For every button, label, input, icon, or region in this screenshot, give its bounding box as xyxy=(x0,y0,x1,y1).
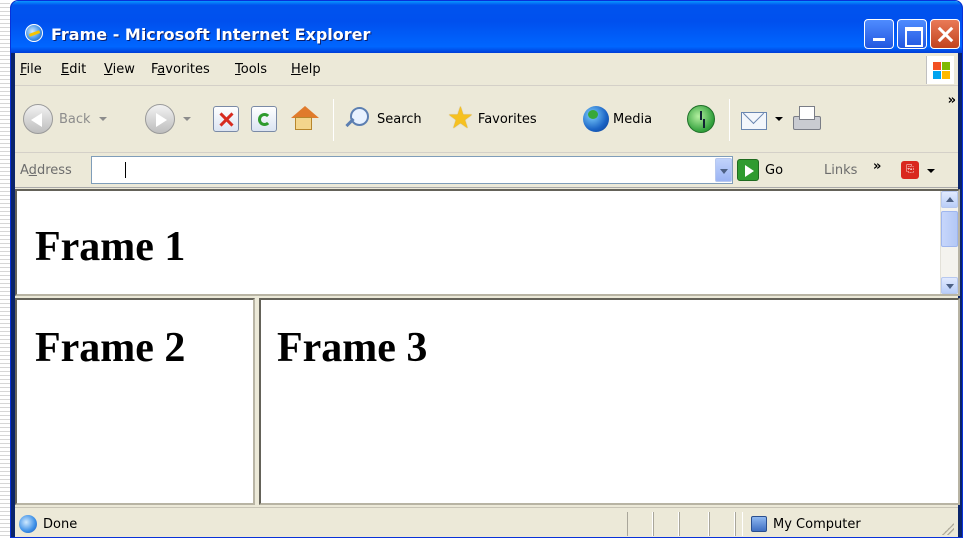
history-icon xyxy=(687,105,715,133)
back-button[interactable]: Back xyxy=(23,97,107,141)
mail-button[interactable] xyxy=(739,97,783,141)
links-label[interactable]: Links xyxy=(824,163,857,178)
mail-icon xyxy=(739,108,769,130)
desktop-edge xyxy=(0,0,10,538)
resize-grip-icon[interactable] xyxy=(942,523,954,535)
back-dropdown-icon[interactable] xyxy=(98,117,107,121)
internet-explorer-icon[interactable] xyxy=(25,24,43,42)
forward-dropdown-icon[interactable] xyxy=(183,117,191,121)
status-pane xyxy=(709,512,735,536)
print-button[interactable] xyxy=(791,97,821,141)
back-arrow-icon xyxy=(23,104,53,134)
search-button[interactable]: Search xyxy=(343,97,422,141)
browser-window: Frame - Microsoft Internet Explorer File… xyxy=(10,0,963,538)
scroll-up-icon[interactable] xyxy=(941,191,958,208)
forward-arrow-icon xyxy=(145,104,175,134)
frame-3: Frame 3 xyxy=(259,298,960,505)
maximize-button[interactable] xyxy=(897,19,927,49)
go-button[interactable]: Go xyxy=(737,158,783,182)
mail-dropdown-icon[interactable] xyxy=(775,117,783,121)
favorites-button[interactable]: ★ Favorites xyxy=(447,97,537,141)
print-icon xyxy=(791,104,821,134)
frame-1-heading: Frame 1 xyxy=(35,224,186,270)
window-title: Frame - Microsoft Internet Explorer xyxy=(51,25,371,44)
standard-toolbar: Back Search ★ Favorites Media » xyxy=(15,87,958,153)
forward-button[interactable] xyxy=(145,97,191,141)
refresh-icon xyxy=(251,106,277,132)
toolbar-separator xyxy=(333,99,334,141)
toolbar-more-chevron-icon[interactable]: » xyxy=(948,93,956,108)
security-zone-label: My Computer xyxy=(773,517,861,532)
frame-2: Frame 2 xyxy=(15,298,255,505)
my-computer-icon xyxy=(751,516,767,532)
go-arrow-icon xyxy=(737,159,759,181)
status-pane xyxy=(653,512,679,536)
status-bar: Done My Computer xyxy=(15,507,958,537)
pdf-dropdown-icon[interactable] xyxy=(927,169,935,173)
menu-tools[interactable]: Tools xyxy=(235,62,267,77)
status-pane xyxy=(679,512,709,536)
adobe-pdf-icon[interactable]: ⎘ xyxy=(901,161,919,179)
home-icon xyxy=(289,104,319,134)
page-done-icon xyxy=(19,515,37,533)
refresh-button[interactable] xyxy=(251,97,277,141)
home-button[interactable] xyxy=(289,97,319,141)
menu-help[interactable]: Help xyxy=(291,62,321,77)
menu-favorites[interactable]: Favorites xyxy=(151,62,210,77)
search-label: Search xyxy=(377,111,422,127)
media-icon xyxy=(583,106,609,132)
media-label: Media xyxy=(613,111,653,127)
frame-2-heading: Frame 2 xyxy=(35,325,186,371)
minimize-button[interactable] xyxy=(864,19,894,49)
status-text: Done xyxy=(43,517,78,532)
search-icon xyxy=(343,105,371,133)
links-more-chevron-icon[interactable]: » xyxy=(873,159,881,174)
favorites-label: Favorites xyxy=(477,111,537,127)
address-input[interactable] xyxy=(91,156,733,184)
menu-view[interactable]: View xyxy=(104,62,135,77)
frame-3-heading: Frame 3 xyxy=(277,325,428,371)
address-dropdown-icon[interactable] xyxy=(715,158,732,182)
status-pane xyxy=(735,512,743,536)
go-label: Go xyxy=(765,162,784,178)
back-label: Back xyxy=(59,111,91,127)
close-button[interactable] xyxy=(930,19,960,49)
stop-icon xyxy=(213,106,239,132)
menu-file[interactable]: File xyxy=(20,62,42,77)
scrollbar-thumb[interactable] xyxy=(941,211,958,247)
scroll-down-icon[interactable] xyxy=(941,277,958,294)
frameset: Frame 1 Frame 2 Frame 3 xyxy=(15,189,960,505)
frame-1-scrollbar[interactable] xyxy=(940,191,958,294)
address-label: Address xyxy=(20,163,72,178)
favorites-star-icon: ★ xyxy=(447,101,474,136)
windows-logo-icon xyxy=(926,56,954,84)
media-button[interactable]: Media xyxy=(583,97,652,141)
frame-1: Frame 1 xyxy=(15,189,960,296)
window-body: Frame - Microsoft Internet Explorer File… xyxy=(11,1,962,537)
status-pane xyxy=(627,512,653,536)
stop-button[interactable] xyxy=(213,97,239,141)
menu-edit[interactable]: Edit xyxy=(61,62,86,77)
address-bar: Address Go Links » ⎘ xyxy=(15,153,958,188)
history-button[interactable] xyxy=(687,97,715,141)
menu-bar: File Edit View Favorites Tools Help xyxy=(15,53,958,86)
text-caret xyxy=(125,162,126,178)
title-bar[interactable]: Frame - Microsoft Internet Explorer xyxy=(11,1,962,53)
toolbar-separator xyxy=(729,99,730,141)
